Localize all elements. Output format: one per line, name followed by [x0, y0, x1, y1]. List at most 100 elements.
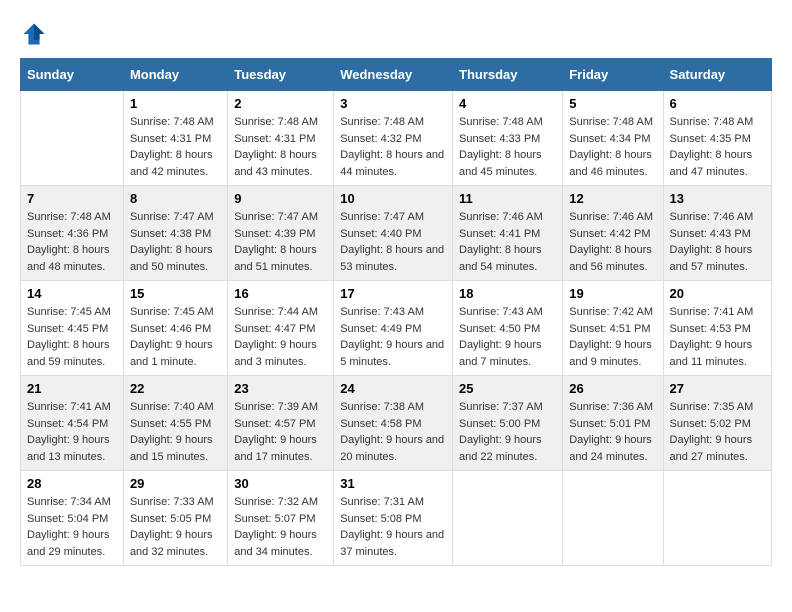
cell-sunset: Sunset: 5:07 PM — [234, 511, 327, 528]
cell-sunrise: Sunrise: 7:35 AM — [670, 399, 765, 416]
cell-daylight: Daylight: 8 hours and 53 minutes. — [340, 242, 446, 275]
cell-daylight: Daylight: 9 hours and 5 minutes. — [340, 337, 446, 370]
cell-sunset: Sunset: 4:50 PM — [459, 321, 556, 338]
cell-date: 31 — [340, 476, 446, 491]
cell-sunrise: Sunrise: 7:48 AM — [670, 114, 765, 131]
calendar-cell: 31 Sunrise: 7:31 AMSunset: 5:08 PMDayligh… — [334, 471, 453, 566]
cell-sunset: Sunset: 4:35 PM — [670, 131, 765, 148]
calendar-header: SundayMondayTuesdayWednesdayThursdayFrid… — [21, 59, 772, 91]
cell-date: 9 — [234, 191, 327, 206]
cell-date: 17 — [340, 286, 446, 301]
cell-sunrise: Sunrise: 7:41 AM — [670, 304, 765, 321]
cell-sunrise: Sunrise: 7:44 AM — [234, 304, 327, 321]
cell-date: 19 — [569, 286, 656, 301]
cell-daylight: Daylight: 8 hours and 43 minutes. — [234, 147, 327, 180]
cell-sunrise: Sunrise: 7:46 AM — [459, 209, 556, 226]
cell-daylight: Daylight: 9 hours and 20 minutes. — [340, 432, 446, 465]
cell-sunset: Sunset: 5:05 PM — [130, 511, 221, 528]
calendar-cell: 27Sunrise: 7:35 AMSunset: 5:02 PMDayligh… — [663, 376, 771, 471]
cell-date: 5 — [569, 96, 656, 111]
calendar-cell: 23Sunrise: 7:39 AMSunset: 4:57 PMDayligh… — [228, 376, 334, 471]
cell-date: 29 — [130, 476, 221, 491]
calendar-week-row: 7Sunrise: 7:48 AMSunset: 4:36 PMDaylight… — [21, 186, 772, 281]
cell-sunrise: Sunrise: 7:43 AM — [459, 304, 556, 321]
cell-sunset: Sunset: 4:49 PM — [340, 321, 446, 338]
cell-daylight: Daylight: 8 hours and 48 minutes. — [27, 242, 117, 275]
calendar-cell: 8Sunrise: 7:47 AMSunset: 4:38 PMDaylight… — [123, 186, 227, 281]
cell-sunrise: Sunrise: 7:48 AM — [130, 114, 221, 131]
cell-date: 16 — [234, 286, 327, 301]
cell-sunset: Sunset: 4:53 PM — [670, 321, 765, 338]
cell-sunrise: Sunrise: 7:46 AM — [569, 209, 656, 226]
cell-daylight: Daylight: 9 hours and 22 minutes. — [459, 432, 556, 465]
cell-sunset: Sunset: 4:57 PM — [234, 416, 327, 433]
cell-daylight: Daylight: 9 hours and 3 minutes. — [234, 337, 327, 370]
cell-sunrise: Sunrise: 7:48 AM — [234, 114, 327, 131]
cell-daylight: Daylight: 8 hours and 56 minutes. — [569, 242, 656, 275]
cell-daylight: Daylight: 9 hours and 1 minute. — [130, 337, 221, 370]
cell-daylight: Daylight: 8 hours and 42 minutes. — [130, 147, 221, 180]
cell-date: 11 — [459, 191, 556, 206]
calendar-cell: 15Sunrise: 7:45 AMSunset: 4:46 PMDayligh… — [123, 281, 227, 376]
cell-sunrise: Sunrise: 7:47 AM — [340, 209, 446, 226]
calendar-cell: 9Sunrise: 7:47 AMSunset: 4:39 PMDaylight… — [228, 186, 334, 281]
cell-date: 20 — [670, 286, 765, 301]
cell-daylight: Daylight: 8 hours and 54 minutes. — [459, 242, 556, 275]
cell-daylight: Daylight: 9 hours and 24 minutes. — [569, 432, 656, 465]
calendar-week-row: 1Sunrise: 7:48 AMSunset: 4:31 PMDaylight… — [21, 91, 772, 186]
cell-sunset: Sunset: 4:41 PM — [459, 226, 556, 243]
calendar-cell: 4Sunrise: 7:48 AMSunset: 4:33 PMDaylight… — [453, 91, 563, 186]
cell-sunset: Sunset: 4:32 PM — [340, 131, 446, 148]
cell-date: 25 — [459, 381, 556, 396]
calendar-cell: 19Sunrise: 7:42 AMSunset: 4:51 PMDayligh… — [563, 281, 663, 376]
calendar-cell: 13Sunrise: 7:46 AMSunset: 4:43 PMDayligh… — [663, 186, 771, 281]
calendar-week-row: 21Sunrise: 7:41 AMSunset: 4:54 PMDayligh… — [21, 376, 772, 471]
calendar-table: SundayMondayTuesdayWednesdayThursdayFrid… — [20, 58, 772, 566]
header — [20, 20, 772, 48]
cell-sunrise: Sunrise: 7:36 AM — [569, 399, 656, 416]
cell-sunset: Sunset: 5:00 PM — [459, 416, 556, 433]
calendar-cell: 25Sunrise: 7:37 AMSunset: 5:00 PMDayligh… — [453, 376, 563, 471]
calendar-body: 1Sunrise: 7:48 AMSunset: 4:31 PMDaylight… — [21, 91, 772, 566]
cell-date: 14 — [27, 286, 117, 301]
calendar-cell: 24Sunrise: 7:38 AMSunset: 4:58 PMDayligh… — [334, 376, 453, 471]
cell-daylight: Daylight: 9 hours and 13 minutes. — [27, 432, 117, 465]
cell-daylight: Daylight: 9 hours and 37 minutes. — [340, 527, 446, 560]
cell-daylight: Daylight: 8 hours and 50 minutes. — [130, 242, 221, 275]
cell-date: 3 — [340, 96, 446, 111]
cell-daylight: Daylight: 9 hours and 9 minutes. — [569, 337, 656, 370]
header-day: Tuesday — [228, 59, 334, 91]
cell-sunrise: Sunrise: 7:48 AM — [459, 114, 556, 131]
calendar-cell: 7Sunrise: 7:48 AMSunset: 4:36 PMDaylight… — [21, 186, 124, 281]
cell-sunset: Sunset: 5:01 PM — [569, 416, 656, 433]
cell-sunset: Sunset: 4:46 PM — [130, 321, 221, 338]
cell-date: 23 — [234, 381, 327, 396]
header-day: Sunday — [21, 59, 124, 91]
calendar-cell — [453, 471, 563, 566]
calendar-cell: 22Sunrise: 7:40 AMSunset: 4:55 PMDayligh… — [123, 376, 227, 471]
cell-sunrise: Sunrise: 7:34 AM — [27, 494, 117, 511]
cell-sunrise: Sunrise: 7:42 AM — [569, 304, 656, 321]
cell-sunrise: Sunrise: 7:31 AM — [340, 494, 446, 511]
cell-date: 28 — [27, 476, 117, 491]
cell-sunset: Sunset: 4:33 PM — [459, 131, 556, 148]
calendar-cell: 17 Sunrise: 7:43 AMSunset: 4:49 PMDayligh… — [334, 281, 453, 376]
cell-sunset: Sunset: 5:08 PM — [340, 511, 446, 528]
cell-sunrise: Sunrise: 7:47 AM — [130, 209, 221, 226]
cell-date: 21 — [27, 381, 117, 396]
calendar-cell — [563, 471, 663, 566]
cell-sunset: Sunset: 4:39 PM — [234, 226, 327, 243]
cell-date: 12 — [569, 191, 656, 206]
cell-date: 13 — [670, 191, 765, 206]
cell-sunrise: Sunrise: 7:43 AM — [340, 304, 446, 321]
cell-date: 24 — [340, 381, 446, 396]
cell-sunrise: Sunrise: 7:40 AM — [130, 399, 221, 416]
cell-daylight: Daylight: 9 hours and 15 minutes. — [130, 432, 221, 465]
calendar-cell: 3Sunrise: 7:48 AMSunset: 4:32 PMDaylight… — [334, 91, 453, 186]
cell-sunset: Sunset: 5:04 PM — [27, 511, 117, 528]
cell-sunrise: Sunrise: 7:45 AM — [27, 304, 117, 321]
cell-daylight: Daylight: 9 hours and 32 minutes. — [130, 527, 221, 560]
cell-daylight: Daylight: 8 hours and 46 minutes. — [569, 147, 656, 180]
cell-daylight: Daylight: 9 hours and 34 minutes. — [234, 527, 327, 560]
cell-sunset: Sunset: 4:47 PM — [234, 321, 327, 338]
